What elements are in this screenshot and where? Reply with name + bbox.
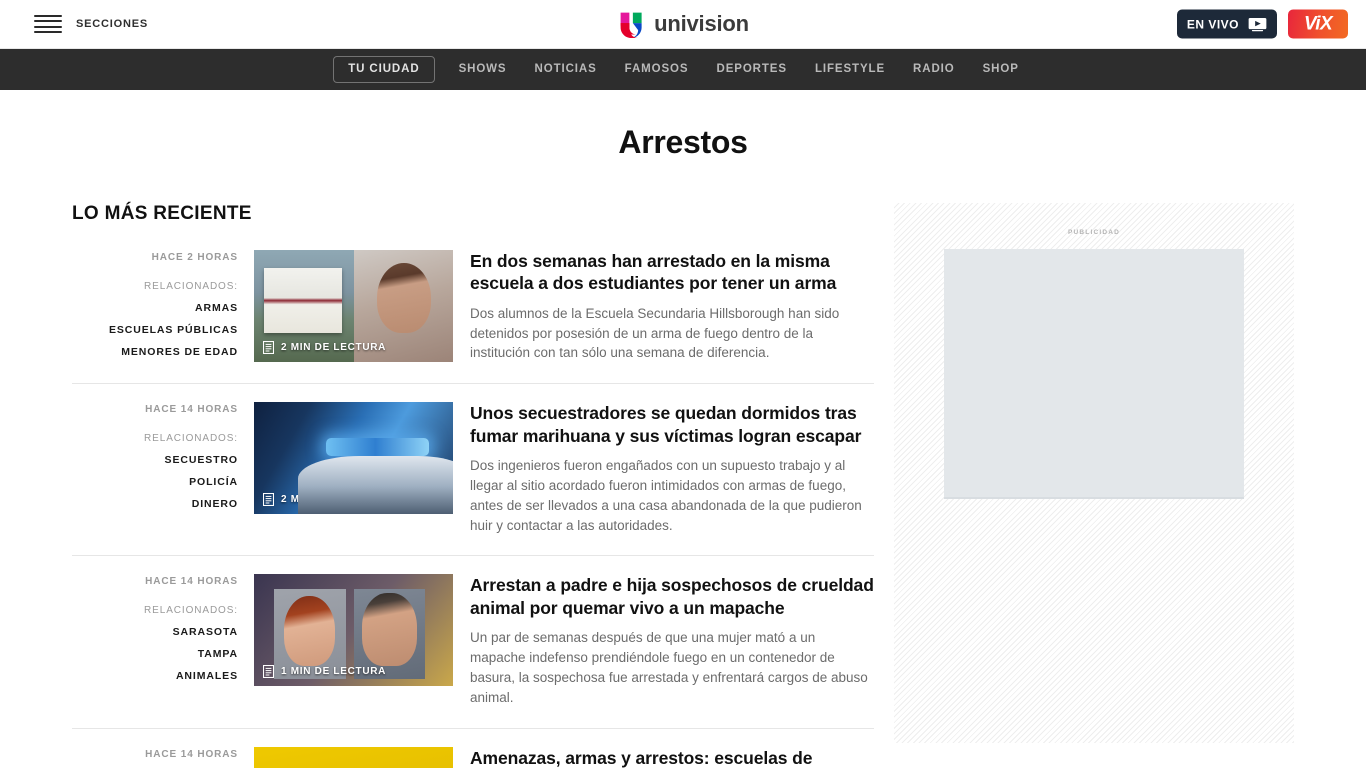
article-thumbnail[interactable]: 2 MIN DE LECTURA xyxy=(254,250,453,362)
article-tag[interactable]: TAMPA xyxy=(72,648,238,660)
sections-menu-button[interactable]: SECCIONES xyxy=(34,14,148,34)
article-headline[interactable]: Arrestan a padre e hija sospechosos de c… xyxy=(470,574,874,619)
univision-wordmark: univision xyxy=(654,11,749,36)
article-headline[interactable]: En dos semanas han arrestado en la misma… xyxy=(470,250,874,295)
sections-menu-label: SECCIONES xyxy=(76,18,148,30)
nav-item-deportes[interactable]: DEPORTES xyxy=(702,49,800,90)
article-summary: Un par de semanas después de que una muj… xyxy=(470,630,868,705)
article-timestamp: HACE 14 HORAS xyxy=(145,576,238,588)
vix-label: ViX xyxy=(1303,13,1333,34)
page-content: LO MÁS RECIENTE HACE 2 HORAS RELACIONADO… xyxy=(0,203,1366,768)
live-tv-label: EN VIVO xyxy=(1186,17,1239,31)
nav-item-tu-ciudad[interactable]: TU CIUDAD xyxy=(333,55,435,84)
article-list-item[interactable]: HACE 14 HORAS RELACIONADOS: SECUESTRO PO… xyxy=(72,383,874,555)
site-header: SECCIONES univision EN VIVO ViX xyxy=(0,0,1366,49)
article-tag[interactable]: SECUESTRO xyxy=(72,454,238,466)
article-list-column: LO MÁS RECIENTE HACE 2 HORAS RELACIONADO… xyxy=(72,203,874,768)
article-list-item[interactable]: HACE 2 HORAS RELACIONADOS: ARMAS ESCUELA… xyxy=(72,250,874,383)
article-tag[interactable]: ARMAS xyxy=(72,302,238,314)
article-meta: HACE 2 HORAS RELACIONADOS: ARMAS ESCUELA… xyxy=(72,250,254,358)
advertisement-slot[interactable] xyxy=(944,249,1244,499)
advertisement-label: PUBLICIDAD xyxy=(1067,229,1121,236)
article-thumbnail[interactable]: 1 MIN DE LECTURA xyxy=(254,574,453,687)
article-text: Amenazas, armas y arrestos: escuelas de … xyxy=(453,747,874,768)
document-icon xyxy=(263,665,274,679)
nav-item-shows[interactable]: SHOWS xyxy=(445,49,521,90)
article-headline[interactable]: Unos secuestradores se quedan dormidos t… xyxy=(470,402,874,447)
article-summary: Dos ingenieros fueron engañados con un s… xyxy=(470,458,862,533)
article-headline[interactable]: Amenazas, armas y arrestos: escuelas de … xyxy=(470,747,874,768)
vix-button[interactable]: ViX xyxy=(1288,9,1348,39)
read-time-label: 2 MIN DE LECTURA xyxy=(281,494,387,506)
nav-item-radio[interactable]: RADIO xyxy=(899,49,969,90)
article-timestamp: HACE 2 HORAS xyxy=(151,252,238,263)
document-icon xyxy=(263,341,274,354)
article-summary: Dos alumnos de la Escuela Secundaria Hil… xyxy=(470,305,840,361)
read-time-badge: 1 MIN DE LECTURA xyxy=(263,665,387,679)
related-label: RELACIONADOS: xyxy=(144,605,238,617)
article-tag[interactable]: POLICÍA xyxy=(72,476,238,488)
nav-item-shop[interactable]: SHOP xyxy=(969,49,1033,90)
article-meta: HACE 14 HORAS RELACIONADOS: SARASOTA TAM… xyxy=(72,574,254,682)
univision-u-icon xyxy=(620,12,642,38)
read-time-badge: 2 MIN DE LECTURA xyxy=(263,493,387,507)
article-meta: HACE 14 HORAS RELACIONADOS: SECUESTRO PO… xyxy=(72,402,254,510)
read-time-label: 2 MIN DE LECTURA xyxy=(281,342,387,353)
article-tag[interactable]: DINERO xyxy=(72,498,238,510)
article-text: Unos secuestradores se quedan dormidos t… xyxy=(453,402,874,535)
nav-item-noticias[interactable]: NOTICIAS xyxy=(521,49,611,90)
live-tv-button[interactable]: EN VIVO xyxy=(1176,9,1277,39)
article-thumbnail[interactable]: 2 MIN DE LECTURA xyxy=(254,402,453,515)
nav-item-famosos[interactable]: FAMOSOS xyxy=(611,49,703,90)
article-list-item[interactable]: HACE 14 HORAS RELACIONADOS: ARMAS Amenaz… xyxy=(72,727,874,768)
nav-item-lifestyle[interactable]: LIFESTYLE xyxy=(801,49,899,90)
page-title: Arrestos xyxy=(618,124,748,160)
tv-play-icon xyxy=(1248,17,1267,31)
article-tag[interactable]: SARASOTA xyxy=(72,626,238,638)
article-text: Arrestan a padre e hija sospechosos de c… xyxy=(453,574,874,707)
article-text: En dos semanas han arrestado en la misma… xyxy=(453,250,874,363)
primary-nav: TU CIUDAD SHOWS NOTICIAS FAMOSOS DEPORTE… xyxy=(0,49,1366,90)
hamburger-icon[interactable] xyxy=(34,14,62,34)
article-tag[interactable]: ESCUELAS PÚBLICAS xyxy=(72,324,238,336)
read-time-badge: 2 MIN DE LECTURA xyxy=(263,341,386,354)
univision-logo[interactable]: univision xyxy=(617,10,749,38)
article-list-item[interactable]: HACE 14 HORAS RELACIONADOS: SARASOTA TAM… xyxy=(72,555,874,727)
advertisement-rail: PUBLICIDAD xyxy=(894,203,1294,743)
article-thumbnail[interactable] xyxy=(254,746,453,768)
document-icon xyxy=(263,493,274,507)
section-heading: LO MÁS RECIENTE xyxy=(72,203,252,224)
read-time-label: 1 MIN DE LECTURA xyxy=(281,666,387,678)
related-label: RELACIONADOS: xyxy=(144,433,238,445)
header-actions: EN VIVO ViX xyxy=(1176,9,1348,39)
article-meta: HACE 14 HORAS RELACIONADOS: ARMAS xyxy=(72,747,254,768)
article-tag[interactable]: ANIMALES xyxy=(72,670,238,682)
related-label: RELACIONADOS: xyxy=(144,281,238,292)
article-tag[interactable]: MENORES DE EDAD xyxy=(72,346,238,358)
article-timestamp: HACE 14 HORAS xyxy=(145,748,238,760)
article-timestamp: HACE 14 HORAS xyxy=(145,404,238,416)
